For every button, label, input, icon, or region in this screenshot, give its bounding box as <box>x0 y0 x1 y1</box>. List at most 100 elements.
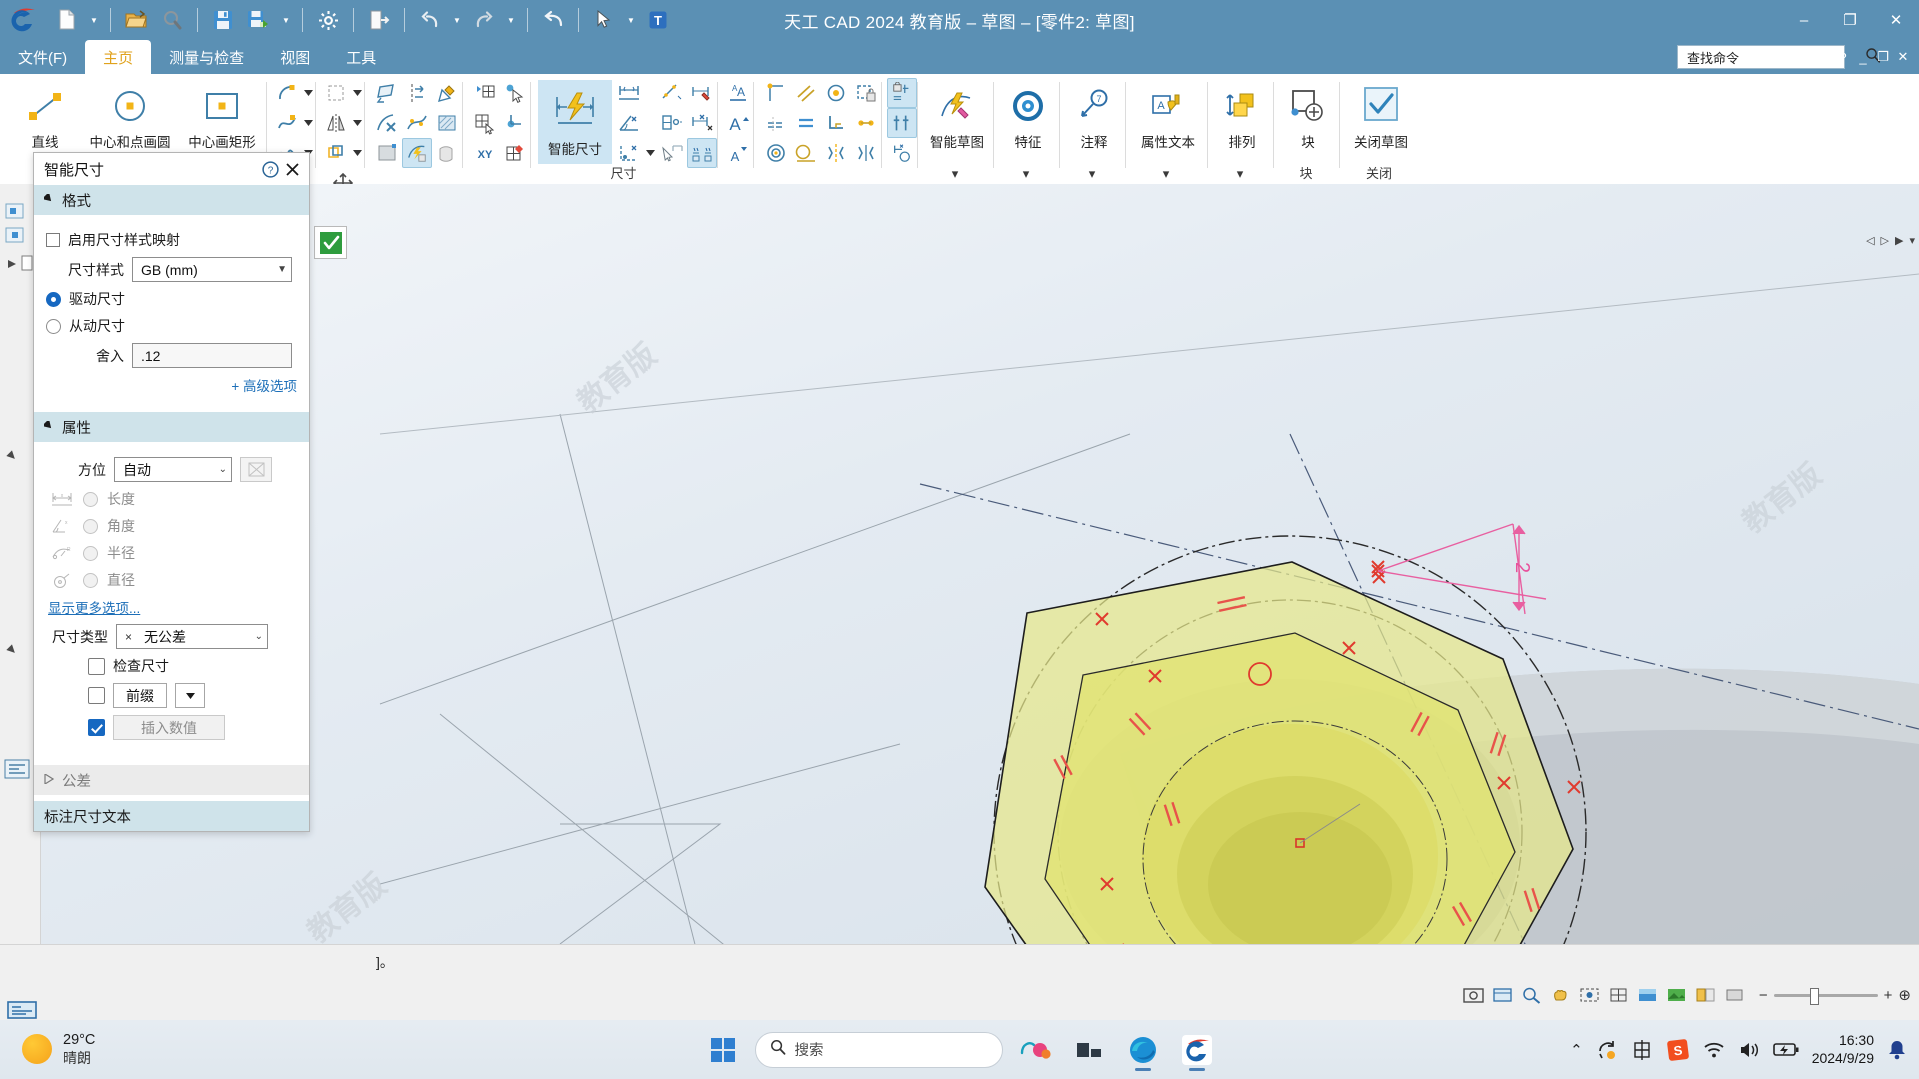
angle-dimension-radio[interactable] <box>83 518 98 534</box>
block-button[interactable]: 块 <box>1277 78 1339 151</box>
zoom-slider[interactable]: − + ⊕ <box>1759 986 1911 1005</box>
coordinate-tool-button[interactable]: XY <box>470 138 500 168</box>
zoom-thumb[interactable] <box>1809 987 1819 1005</box>
save-button[interactable] <box>206 4 240 36</box>
option-angle[interactable]: x 角度 <box>50 516 297 536</box>
new-document-button[interactable] <box>50 4 84 36</box>
document-close-button[interactable]: ✕ <box>1893 43 1913 71</box>
confirm-check-button[interactable] <box>314 226 347 259</box>
view-icon[interactable] <box>1490 982 1516 1008</box>
property-text-dropdown-icon[interactable]: ▾ <box>1125 166 1207 182</box>
zoom-out-button[interactable]: − <box>1759 987 1768 1004</box>
driving-dimension-radio[interactable] <box>46 291 61 307</box>
prefix-button[interactable]: 前缀 <box>113 683 167 708</box>
ribbon-restore-button[interactable]: ❐ <box>1873 43 1893 71</box>
advanced-options-link[interactable]: + 高级选项 <box>231 375 297 395</box>
save-as-button[interactable] <box>242 4 276 36</box>
dimension-value-label[interactable]: 2 <box>1510 562 1533 573</box>
circle-center-point-button[interactable]: 中心和点画圆 <box>82 78 178 151</box>
sync-icon[interactable] <box>1596 1039 1618 1061</box>
hatch-tool-button[interactable] <box>432 108 462 138</box>
collinear-button[interactable] <box>851 108 881 138</box>
close-icon[interactable] <box>281 158 303 180</box>
close-window-button[interactable]: ✕ <box>1873 0 1919 40</box>
concentric-button[interactable] <box>761 138 791 168</box>
orientation-extra-button[interactable] <box>240 457 272 482</box>
select-dropdown-icon[interactable]: ▼ <box>623 4 639 36</box>
grid-display-button[interactable] <box>470 78 500 108</box>
insert-value-checkbox[interactable] <box>88 719 105 736</box>
smart-sketch-button[interactable]: 智能草图 <box>921 78 993 151</box>
arc-dropdown-icon[interactable] <box>302 78 315 108</box>
length-dimension-radio[interactable] <box>83 491 98 507</box>
redo-button[interactable] <box>467 4 501 36</box>
relationship-handles-button[interactable] <box>887 108 917 138</box>
zoom-fit-button[interactable]: ⊕ <box>1898 986 1911 1004</box>
render-icon[interactable] <box>1664 982 1690 1008</box>
menu-item-home[interactable]: 主页 <box>85 40 152 74</box>
angle-dimension-button[interactable] <box>657 78 687 108</box>
menu-item-view[interactable]: 视图 <box>262 40 328 74</box>
arc-tool-button[interactable] <box>272 78 302 108</box>
radius-dimension-radio[interactable] <box>83 545 98 561</box>
enable-dimension-style-mapping-checkbox[interactable] <box>46 233 60 247</box>
maintain-relationships-button[interactable] <box>887 78 917 108</box>
help-button[interactable]: ? <box>1833 43 1853 71</box>
curve-dropdown-icon[interactable] <box>302 108 315 138</box>
prefix-dropdown-button[interactable] <box>175 683 205 708</box>
parallel-button[interactable] <box>791 78 821 108</box>
line-tool-button[interactable]: 直线 <box>8 78 82 151</box>
midpoint-tool-button[interactable] <box>500 108 530 138</box>
text-increase-button[interactable]: A <box>723 108 753 138</box>
menu-item-measure[interactable]: 测量与检查 <box>151 40 262 74</box>
section-icon[interactable] <box>1693 982 1719 1008</box>
relation-display-button[interactable] <box>851 138 881 168</box>
orientation-select[interactable]: 自动 ⌄ <box>114 457 232 482</box>
diameter-dimension-radio[interactable] <box>83 572 98 588</box>
menu-item-file[interactable]: 文件(F) <box>0 40 85 74</box>
print-preview-button[interactable] <box>155 4 189 36</box>
minimize-window-button[interactable]: – <box>1781 0 1827 40</box>
equal-button[interactable] <box>791 108 821 138</box>
show-more-options-link[interactable]: 显示更多选项... <box>48 597 140 617</box>
new-document-dropdown-icon[interactable]: ▼ <box>86 4 102 36</box>
nav-menu-icon[interactable]: ▾ <box>1909 234 1915 247</box>
scale-dimension-button[interactable] <box>687 108 717 138</box>
zoom-area-icon[interactable] <box>1519 982 1545 1008</box>
text-underline-button[interactable]: AA <box>723 78 753 108</box>
arrange-button[interactable]: 排列 <box>1211 78 1273 151</box>
pattern-tool-button[interactable] <box>321 138 351 168</box>
sogou-icon[interactable]: S <box>1666 1038 1690 1062</box>
feature-dropdown-icon[interactable]: ▾ <box>993 166 1059 182</box>
angle-between-button[interactable] <box>614 108 644 138</box>
driven-dimension-radio[interactable] <box>46 318 61 334</box>
option-length[interactable]: x 长度 <box>50 489 297 509</box>
mirror-dropdown-icon[interactable] <box>351 108 364 138</box>
section-header-dimension-text[interactable]: 标注尺寸文本 <box>34 801 309 831</box>
select-tool-button[interactable] <box>587 4 621 36</box>
nav-next-icon[interactable]: ▶ <box>1895 234 1903 247</box>
ime-icon[interactable] <box>1631 1039 1653 1061</box>
split-tool-button[interactable] <box>402 78 432 108</box>
edit-dimension-button[interactable] <box>687 78 717 108</box>
task-view-button[interactable] <box>1067 1028 1111 1072</box>
copilot-button[interactable] <box>1013 1028 1057 1072</box>
dimension-type-select[interactable]: × 无公差 ⌄ <box>116 624 268 649</box>
ribbon-minimize-button[interactable]: _ <box>1853 43 1873 71</box>
start-button[interactable] <box>701 1028 745 1072</box>
option-radius[interactable]: R 半径 <box>50 543 297 563</box>
nav-play-icon[interactable]: ▷ <box>1881 234 1889 247</box>
perpendicular-button[interactable] <box>821 108 851 138</box>
edge-button[interactable] <box>1121 1028 1165 1072</box>
zoom-track[interactable] <box>1773 987 1878 1005</box>
arrange-dropdown-icon[interactable]: ▾ <box>1207 166 1273 182</box>
mirror-tool-button[interactable] <box>321 108 351 138</box>
symmetric-button[interactable] <box>821 138 851 168</box>
maximize-window-button[interactable]: ❐ <box>1827 0 1873 40</box>
help-icon[interactable]: ? <box>259 158 281 180</box>
feature-button[interactable]: 特征 <box>997 78 1059 151</box>
auto-dimension-button[interactable] <box>887 138 917 168</box>
option-diameter[interactable]: 直径 <box>50 570 297 590</box>
menu-item-tools[interactable]: 工具 <box>328 40 394 74</box>
property-text-button[interactable]: A 属性文本 <box>1129 78 1207 151</box>
